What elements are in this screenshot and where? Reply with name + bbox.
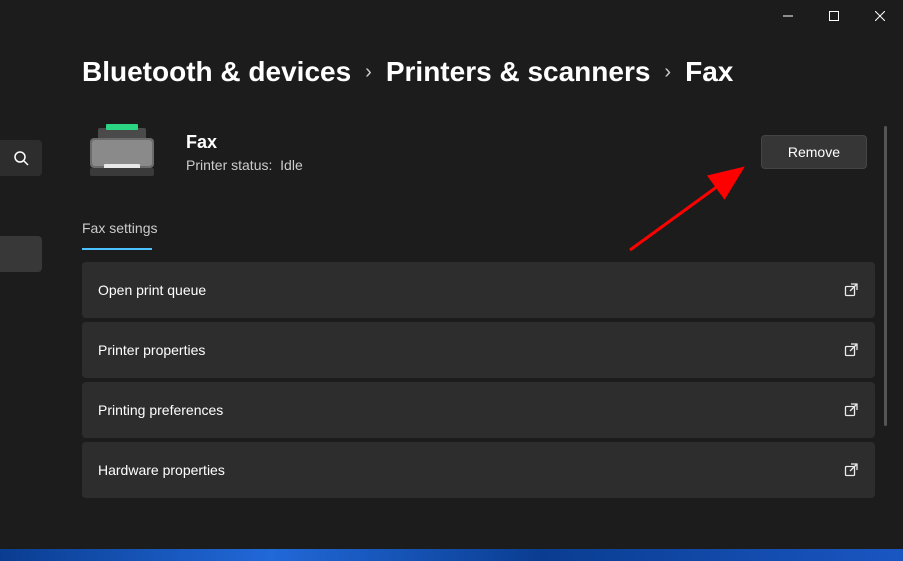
setting-label: Printer properties	[98, 342, 205, 358]
breadcrumb-item-printers[interactable]: Printers & scanners	[386, 56, 651, 88]
scrollbar[interactable]	[884, 126, 887, 426]
external-link-icon	[843, 402, 859, 418]
minimize-button[interactable]	[765, 0, 811, 32]
device-name: Fax	[186, 132, 737, 153]
section-title: Fax settings	[82, 220, 157, 240]
external-link-icon	[843, 342, 859, 358]
settings-list: Open print queue Printer properties Prin…	[82, 262, 875, 498]
external-link-icon	[843, 462, 859, 478]
chevron-right-icon: ›	[365, 61, 372, 84]
device-status: Printer status: Idle	[186, 157, 737, 173]
device-header: Fax Printer status: Idle Remove	[82, 124, 883, 180]
maximize-button[interactable]	[811, 0, 857, 32]
search-button[interactable]	[0, 140, 42, 176]
breadcrumb-item-bluetooth[interactable]: Bluetooth & devices	[82, 56, 351, 88]
titlebar	[0, 0, 903, 32]
breadcrumb: Bluetooth & devices › Printers & scanner…	[82, 56, 883, 88]
maximize-icon	[829, 11, 839, 21]
minimize-icon	[783, 11, 793, 21]
taskbar	[0, 549, 903, 561]
sidebar	[0, 40, 44, 332]
setting-label: Hardware properties	[98, 462, 225, 478]
printer-properties-item[interactable]: Printer properties	[82, 322, 875, 378]
open-print-queue-item[interactable]: Open print queue	[82, 262, 875, 318]
chevron-right-icon: ›	[664, 61, 671, 84]
device-info: Fax Printer status: Idle	[186, 132, 737, 173]
setting-label: Open print queue	[98, 282, 206, 298]
breadcrumb-item-current: Fax	[685, 56, 733, 88]
external-link-icon	[843, 282, 859, 298]
setting-label: Printing preferences	[98, 402, 223, 418]
content-area: Bluetooth & devices › Printers & scanner…	[82, 32, 883, 549]
printing-preferences-item[interactable]: Printing preferences	[82, 382, 875, 438]
search-icon	[13, 150, 29, 166]
sidebar-nav-item[interactable]	[0, 236, 42, 272]
close-icon	[875, 11, 885, 21]
close-button[interactable]	[857, 0, 903, 32]
hardware-properties-item[interactable]: Hardware properties	[82, 442, 875, 498]
remove-button[interactable]: Remove	[761, 135, 867, 169]
tab-underline	[82, 248, 152, 250]
printer-icon	[82, 124, 162, 180]
